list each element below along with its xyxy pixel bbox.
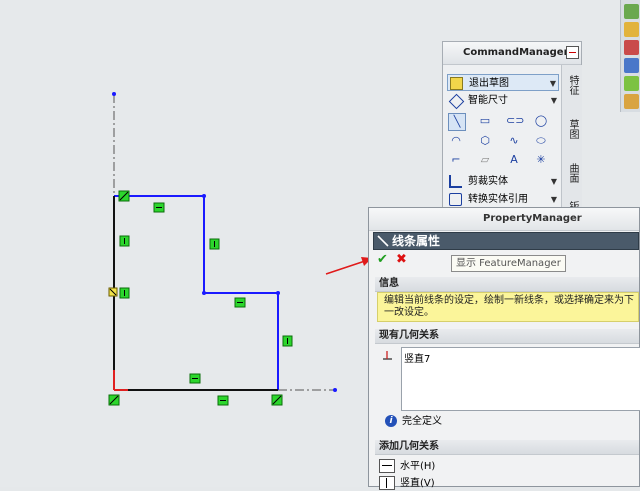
tab-sketch[interactable]: 草图 xyxy=(564,119,580,139)
info-group-header[interactable]: 信息 xyxy=(375,277,639,292)
point-tool-icon[interactable]: ✳ xyxy=(533,152,549,168)
polygon-tool-icon[interactable]: ⬡ xyxy=(477,133,493,149)
ellipse-tool-icon[interactable]: ⬭ xyxy=(533,133,549,149)
line-tool-icon[interactable]: ╲ xyxy=(448,113,466,131)
command-manager-tabs: 特征 草图 曲面 钣金 xyxy=(561,65,582,211)
add-vertical-relation-button[interactable]: 竖直(V) xyxy=(379,476,435,491)
status-text: 完全定义 xyxy=(402,416,442,427)
horizontal-label: 水平(H) xyxy=(400,461,436,472)
command-manager-panel: CommandManager 退出草图 ▼ 智能尺寸 ▼ ╲ ▭ ⊂⊃ ◯ ◠ … xyxy=(442,41,582,211)
coincident-relation-icon[interactable] xyxy=(108,394,120,406)
property-manager-title: PropertyManager xyxy=(369,208,639,231)
vertical-relation-icon[interactable] xyxy=(119,287,130,299)
convert-entities-label: 转换实体引用 xyxy=(468,194,528,205)
horizontal-relation-icon[interactable] xyxy=(234,297,246,308)
convert-entities-button[interactable]: 转换实体引用 ▼ xyxy=(447,191,559,208)
chevron-down-icon[interactable]: ▼ xyxy=(551,92,557,109)
display-style-icon[interactable] xyxy=(624,22,639,37)
chevron-down-icon[interactable]: ▼ xyxy=(551,173,557,190)
existing-relations-list[interactable]: 竖直7 xyxy=(401,347,640,411)
sketch-vertex[interactable] xyxy=(202,194,206,198)
section-view-icon[interactable] xyxy=(624,40,639,55)
sketch-vertex[interactable] xyxy=(276,291,280,295)
tab-features[interactable]: 特征 xyxy=(564,75,580,95)
arc-tool-icon[interactable]: ◠ xyxy=(448,133,464,149)
view-toolbar xyxy=(620,0,640,112)
trim-entities-icon xyxy=(449,175,462,188)
vertical-relation-icon[interactable] xyxy=(209,238,220,250)
exit-sketch-button[interactable]: 退出草图 ▼ xyxy=(447,74,559,91)
relations-icon xyxy=(383,351,392,360)
vertical-relation-icon[interactable] xyxy=(119,235,130,247)
scene-icon[interactable] xyxy=(624,94,639,109)
pencil-cursor-icon xyxy=(108,287,118,297)
sketch-vertex[interactable] xyxy=(202,291,206,295)
chevron-down-icon[interactable]: ▼ xyxy=(550,75,556,92)
trim-entities-label: 剪裁实体 xyxy=(468,176,508,187)
annotation-arrow-icon xyxy=(325,257,372,275)
existing-relations-header[interactable]: 现有几何关系 xyxy=(375,329,639,344)
trim-entities-button[interactable]: 剪裁实体 ▼ xyxy=(447,173,559,190)
rectangle-tool-icon[interactable]: ▭ xyxy=(477,113,493,129)
line-properties-header: 线条属性 xyxy=(373,232,639,250)
smart-dimension-label: 智能尺寸 xyxy=(468,95,508,106)
view-orientation-icon[interactable] xyxy=(624,4,639,19)
command-manager-title: CommandManager xyxy=(443,42,581,65)
info-message: 编辑当前线条的设定，绘制一新线条，或选择确定来为下一改设定。 xyxy=(377,292,639,322)
ok-button[interactable]: ✔ xyxy=(377,253,391,267)
convert-entities-icon xyxy=(449,193,462,206)
exit-sketch-label: 退出草图 xyxy=(469,78,509,89)
line-icon xyxy=(377,235,389,247)
vertical-relation-icon[interactable] xyxy=(282,335,293,347)
vertical-relation-icon xyxy=(379,476,395,490)
chevron-down-icon[interactable]: ▼ xyxy=(551,191,557,208)
fillet-tool-icon[interactable]: ⌐ xyxy=(448,152,464,168)
smart-dimension-icon xyxy=(448,93,465,110)
tab-surfaces[interactable]: 曲面 xyxy=(564,163,580,183)
horizontal-relation-icon xyxy=(379,459,395,473)
pin-icon[interactable] xyxy=(566,46,579,59)
appearance-icon[interactable] xyxy=(624,76,639,91)
list-item[interactable]: 竖直7 xyxy=(404,350,430,365)
zoom-area-icon[interactable] xyxy=(624,58,639,73)
spline-tool-icon[interactable]: ∿ xyxy=(506,133,522,149)
horizontal-relation-icon[interactable] xyxy=(153,202,165,213)
property-manager-panel: PropertyManager 线条属性 ✔ ✖ 信息 编辑当前线条的设定，绘制… xyxy=(368,207,640,490)
circle-tool-icon[interactable]: ◯ xyxy=(533,113,549,129)
cancel-button[interactable]: ✖ xyxy=(396,253,410,267)
tooltip: 显示 FeatureManager xyxy=(451,255,566,272)
info-icon: i xyxy=(385,415,397,427)
line-properties-title: 线条属性 xyxy=(392,234,441,248)
centerline-endpoint[interactable] xyxy=(333,388,337,392)
add-horizontal-relation-button[interactable]: 水平(H) xyxy=(379,459,435,474)
add-relations-header[interactable]: 添加几何关系 xyxy=(375,440,639,455)
vertical-label: 竖直(V) xyxy=(400,478,435,489)
text-tool-icon[interactable]: A xyxy=(506,152,522,168)
coincident-relation-icon[interactable] xyxy=(118,190,130,202)
horizontal-relation-icon[interactable] xyxy=(189,373,201,384)
centerline-endpoint[interactable] xyxy=(112,92,116,96)
exit-sketch-icon xyxy=(450,77,463,90)
smart-dimension-button[interactable]: 智能尺寸 ▼ xyxy=(447,92,559,110)
coincident-relation-icon[interactable] xyxy=(271,394,283,406)
plane-tool-icon[interactable]: ▱ xyxy=(477,152,493,168)
definition-status: i 完全定义 xyxy=(385,415,442,429)
horizontal-relation-icon[interactable] xyxy=(217,395,229,406)
slot-tool-icon[interactable]: ⊂⊃ xyxy=(506,113,524,129)
